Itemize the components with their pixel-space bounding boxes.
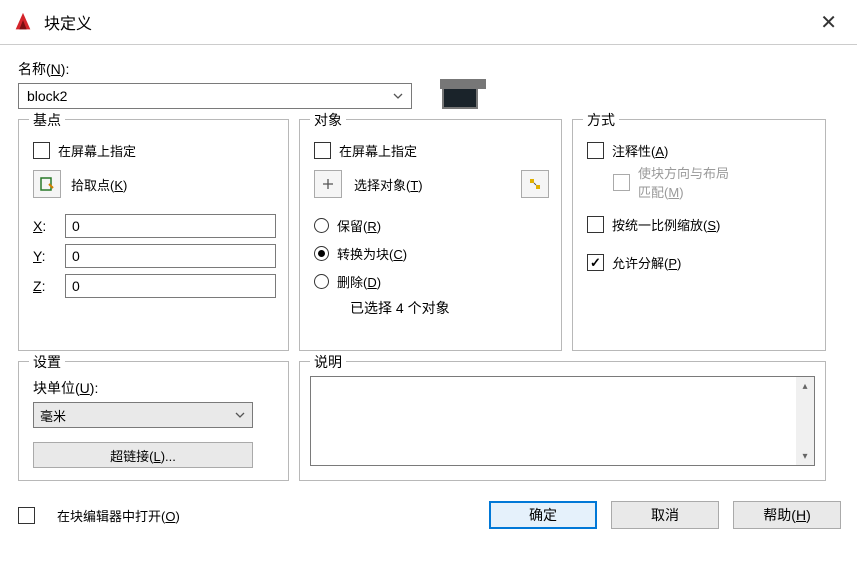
name-combo[interactable] bbox=[18, 83, 412, 109]
description-textarea[interactable]: ▴ ▾ bbox=[310, 376, 815, 466]
chevron-down-icon[interactable] bbox=[389, 90, 407, 102]
select-objects-button[interactable] bbox=[314, 170, 342, 198]
select-objects-label: 选择对象(T) bbox=[354, 175, 423, 194]
basepoint-specify-label: 在屏幕上指定 bbox=[58, 141, 136, 160]
ok-button[interactable]: 确定 bbox=[489, 501, 597, 529]
basepoint-specify-checkbox[interactable] bbox=[33, 142, 50, 159]
delete-label: 删除(D) bbox=[337, 272, 381, 291]
x-input[interactable] bbox=[65, 214, 276, 238]
scroll-down-icon[interactable]: ▾ bbox=[796, 447, 814, 465]
chevron-down-icon bbox=[234, 409, 246, 421]
settings-legend: 设置 bbox=[29, 352, 65, 372]
description-scrollbar[interactable]: ▴ ▾ bbox=[796, 377, 814, 465]
match-orient-label: 使块方向与布局匹配(M) bbox=[638, 163, 729, 201]
x-label: X: bbox=[33, 218, 55, 234]
basepoint-group: 基点 在屏幕上指定 拾取点(K) X: Y: bbox=[18, 119, 289, 351]
name-label: 名称(N): bbox=[18, 59, 412, 79]
selected-count: 已选择 4 个对象 bbox=[314, 298, 549, 318]
unit-label: 块单位(U): bbox=[33, 378, 274, 398]
retain-label: 保留(R) bbox=[337, 216, 381, 235]
y-label: Y: bbox=[33, 248, 55, 264]
objects-group: 对象 在屏幕上指定 选择对象(T) 保留(R bbox=[299, 119, 562, 351]
objects-specify-checkbox[interactable] bbox=[314, 142, 331, 159]
z-label: Z: bbox=[33, 278, 55, 294]
titlebar: 块定义 ✕ bbox=[0, 0, 857, 45]
allow-explode-label: 允许分解(P) bbox=[612, 253, 681, 272]
z-input[interactable] bbox=[65, 274, 276, 298]
app-icon bbox=[12, 11, 34, 33]
hyperlink-label: 超链接(L)... bbox=[110, 446, 176, 465]
unit-select[interactable]: 毫米 bbox=[33, 402, 253, 428]
unit-value: 毫米 bbox=[40, 406, 66, 425]
annotative-checkbox[interactable] bbox=[587, 142, 604, 159]
annotative-label: 注释性(A) bbox=[612, 141, 668, 160]
uniform-scale-checkbox[interactable] bbox=[587, 216, 604, 233]
objects-specify-label: 在屏幕上指定 bbox=[339, 141, 417, 160]
match-orient-checkbox bbox=[613, 174, 630, 191]
window-title: 块定义 bbox=[44, 10, 808, 34]
convert-radio[interactable] bbox=[314, 246, 329, 261]
description-legend: 说明 bbox=[310, 352, 346, 372]
name-input[interactable] bbox=[25, 87, 389, 105]
cancel-button[interactable]: 取消 bbox=[611, 501, 719, 529]
scroll-up-icon[interactable]: ▴ bbox=[796, 377, 814, 395]
pick-point-button[interactable] bbox=[33, 170, 61, 198]
y-input[interactable] bbox=[65, 244, 276, 268]
block-preview bbox=[442, 83, 478, 109]
close-icon[interactable]: ✕ bbox=[808, 6, 849, 39]
settings-group: 设置 块单位(U): 毫米 超链接(L)... bbox=[18, 361, 289, 481]
mode-legend: 方式 bbox=[583, 110, 619, 130]
basepoint-legend: 基点 bbox=[29, 110, 65, 130]
description-group: 说明 ▴ ▾ bbox=[299, 361, 826, 481]
retain-radio[interactable] bbox=[314, 218, 329, 233]
convert-label: 转换为块(C) bbox=[337, 244, 407, 263]
uniform-scale-label: 按统一比例缩放(S) bbox=[612, 215, 720, 234]
help-button[interactable]: 帮助(H) bbox=[733, 501, 841, 529]
pick-point-label: 拾取点(K) bbox=[71, 175, 127, 194]
open-in-editor-checkbox[interactable] bbox=[18, 507, 35, 524]
quick-select-button[interactable] bbox=[521, 170, 549, 198]
mode-group: 方式 注释性(A) 使块方向与布局匹配(M) 按统一比例缩放(S) 允 bbox=[572, 119, 826, 351]
allow-explode-checkbox[interactable] bbox=[587, 254, 604, 271]
objects-legend: 对象 bbox=[310, 110, 346, 130]
delete-radio[interactable] bbox=[314, 274, 329, 289]
open-in-editor-label: 在块编辑器中打开(O) bbox=[57, 506, 180, 525]
hyperlink-button[interactable]: 超链接(L)... bbox=[33, 442, 253, 468]
